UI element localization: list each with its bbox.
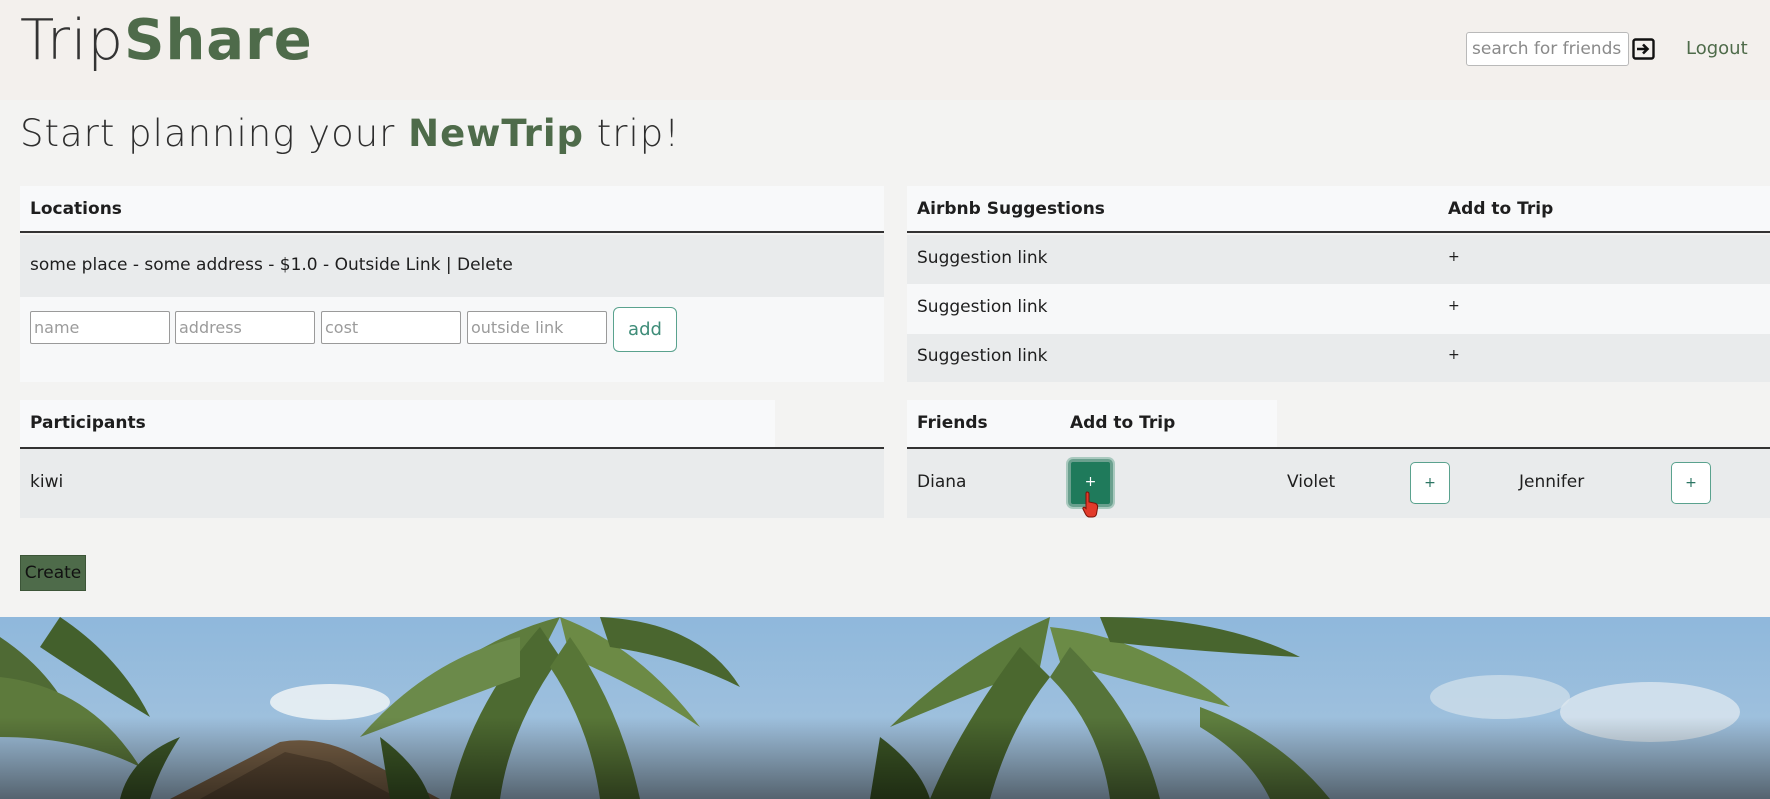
search-friends-input[interactable] bbox=[1466, 32, 1629, 66]
logout-link[interactable]: Logout bbox=[1686, 38, 1748, 59]
friends-row: Diana Violet Jennifer bbox=[907, 449, 1770, 518]
add-suggestion-button[interactable]: + bbox=[1448, 249, 1460, 265]
friends-add-header: Add to Trip bbox=[1070, 413, 1176, 433]
add-suggestion-button[interactable]: + bbox=[1448, 298, 1460, 314]
location-link-input[interactable] bbox=[467, 311, 607, 344]
participant-name: kiwi bbox=[30, 472, 64, 492]
pointer-cursor-icon bbox=[1082, 491, 1099, 518]
location-name-input[interactable] bbox=[30, 311, 170, 344]
friends-header: Friends bbox=[917, 413, 988, 433]
suggestion-link[interactable]: Suggestion link bbox=[917, 346, 1048, 366]
add-friend-jennifer-button[interactable]: + bbox=[1671, 462, 1711, 504]
add-location-button[interactable]: add bbox=[613, 307, 677, 352]
page-title: Start planning your NewTrip trip! bbox=[20, 108, 680, 160]
airbnb-header: Airbnb Suggestions bbox=[917, 199, 1105, 219]
airbnb-suggestion-row: Suggestion link + bbox=[907, 334, 1770, 382]
logo[interactable]: TripShare bbox=[20, 6, 313, 76]
add-friend-violet-button[interactable]: + bbox=[1410, 462, 1450, 504]
participant-row: kiwi bbox=[20, 449, 884, 518]
trip-name: NewTrip bbox=[408, 112, 584, 155]
delete-location-link[interactable]: Delete bbox=[457, 255, 513, 275]
participants-header: Participants bbox=[30, 413, 146, 433]
airbnb-add-header: Add to Trip bbox=[1448, 199, 1554, 219]
location-details: some place - some address - $1.0 - bbox=[30, 255, 335, 275]
logo-part-trip: Trip bbox=[20, 8, 125, 73]
friend-name-jennifer: Jennifer bbox=[1519, 472, 1585, 492]
title-prefix: Start planning your bbox=[20, 112, 396, 155]
airbnb-table-header: Airbnb Suggestions Add to Trip bbox=[907, 186, 1770, 233]
palm-trees-photo bbox=[0, 617, 1770, 799]
locations-table-header: Locations bbox=[20, 186, 884, 233]
location-row: some place - some address - $1.0 - Outsi… bbox=[20, 235, 884, 297]
top-header: TripShare Logout bbox=[0, 0, 1770, 100]
suggestion-link[interactable]: Suggestion link bbox=[917, 297, 1048, 317]
location-cost-input[interactable] bbox=[321, 311, 461, 344]
link-separator: | bbox=[440, 255, 457, 275]
logo-part-share: Share bbox=[124, 8, 313, 73]
suggestion-link[interactable]: Suggestion link bbox=[917, 248, 1048, 268]
outside-link[interactable]: Outside Link bbox=[335, 255, 441, 275]
location-text: some place - some address - $1.0 - Outsi… bbox=[30, 255, 513, 275]
title-suffix: trip! bbox=[596, 112, 681, 155]
friend-name-violet: Violet bbox=[1287, 472, 1336, 492]
add-suggestion-button[interactable]: + bbox=[1448, 347, 1460, 363]
create-trip-button[interactable]: Create bbox=[20, 555, 86, 591]
airbnb-suggestion-row: Suggestion link + bbox=[907, 235, 1770, 284]
location-address-input[interactable] bbox=[175, 311, 315, 344]
locations-header: Locations bbox=[30, 199, 122, 219]
friend-name-diana: Diana bbox=[917, 472, 967, 492]
enter-arrow-icon[interactable] bbox=[1632, 38, 1655, 60]
airbnb-suggestion-row: Suggestion link + bbox=[907, 284, 1770, 334]
